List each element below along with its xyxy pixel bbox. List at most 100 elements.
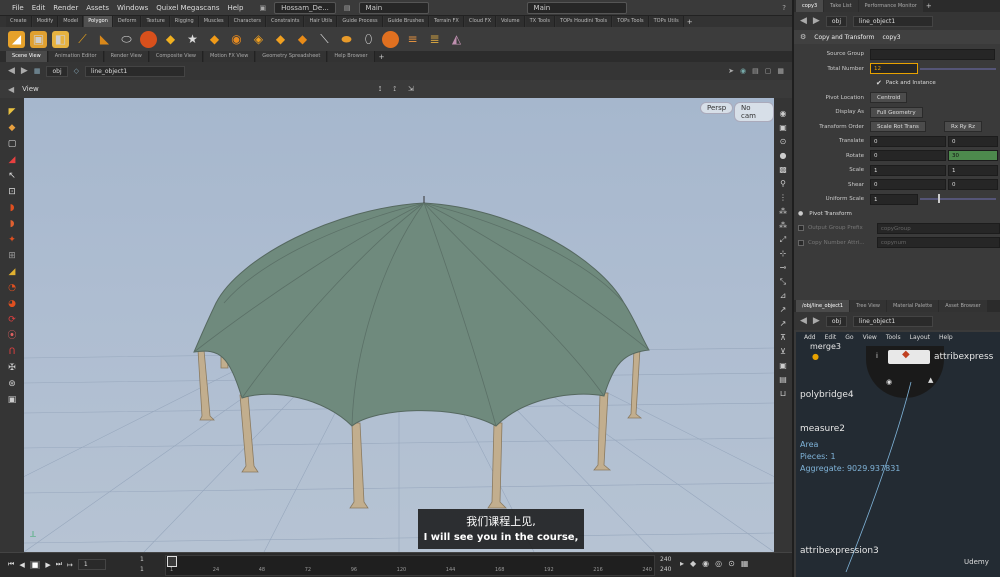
- pivot-transform-label[interactable]: Pivot Transform: [809, 211, 852, 217]
- scale-tool-icon[interactable]: ◕: [5, 298, 19, 311]
- smooth-shade-icon[interactable]: ▩: [777, 164, 789, 175]
- primitives-select-icon[interactable]: ◗: [5, 202, 19, 215]
- group-select-icon[interactable]: ⊞: [5, 250, 19, 263]
- tab-help-browser[interactable]: Help Browser: [328, 51, 375, 62]
- tab-parameters[interactable]: copy3: [796, 0, 824, 12]
- path-context[interactable]: obj: [46, 65, 68, 77]
- polybridge-tool-icon[interactable]: ◣: [96, 31, 113, 48]
- pose-tool-icon[interactable]: ◢: [5, 154, 19, 167]
- snap-icon[interactable]: ⟟: [379, 85, 382, 94]
- points-display-icon[interactable]: ⋮: [777, 192, 789, 203]
- view-menu-icon[interactable]: ◀: [8, 85, 14, 94]
- snap-grid-icon[interactable]: ⦿: [5, 330, 19, 343]
- pack-checkbox[interactable]: ✔: [876, 79, 882, 87]
- ao-icon[interactable]: ⊻: [777, 346, 789, 357]
- home-view-icon[interactable]: ▣: [777, 122, 789, 133]
- shear-y[interactable]: 0: [948, 179, 998, 191]
- output-group-field[interactable]: copyGroup: [876, 222, 1000, 234]
- keys-icon[interactable]: ◆: [690, 559, 696, 568]
- range-end-1[interactable]: 240: [660, 556, 671, 563]
- rotate-x[interactable]: 0: [870, 150, 946, 162]
- shelf-tab-active[interactable]: Polygon: [84, 16, 113, 27]
- points-select-icon[interactable]: ↖: [5, 170, 19, 183]
- tab-motion-fx-view[interactable]: Motion FX View: [204, 51, 256, 62]
- shelf-tab[interactable]: TOPs Utils: [649, 16, 684, 27]
- shelf-tab[interactable]: Terrain FX: [430, 16, 464, 27]
- edge-tool-icon[interactable]: ≡: [404, 31, 421, 48]
- no-cam-button[interactable]: No cam: [734, 102, 774, 122]
- pin-icon[interactable]: ➤: [728, 67, 734, 75]
- render-icon[interactable]: ▣: [5, 394, 19, 407]
- total-number-slider[interactable]: [920, 67, 996, 70]
- handle-tool-icon[interactable]: ◆: [5, 122, 19, 135]
- network-forward-icon[interactable]: ▶: [813, 316, 820, 326]
- play-icon[interactable]: ▶: [45, 561, 50, 569]
- desktop-selector[interactable]: Main: [358, 1, 429, 14]
- prim-normals-icon[interactable]: ⤢: [777, 234, 789, 245]
- shelf-tab[interactable]: Muscles: [199, 16, 229, 27]
- remesh-tool-icon[interactable]: ◉: [228, 31, 245, 48]
- menu-help[interactable]: Help: [227, 4, 243, 12]
- uv-tool-icon[interactable]: ≣: [426, 31, 443, 48]
- boolean-tool-icon[interactable]: ⬯: [360, 31, 377, 48]
- shelf-tab[interactable]: TOPs Houdini Tools: [556, 16, 613, 27]
- range-start-2[interactable]: 1: [140, 566, 144, 573]
- lock-camera-icon[interactable]: ◉: [777, 108, 789, 119]
- tab-network[interactable]: /obj/line_object1: [796, 300, 850, 312]
- key-filter-icon[interactable]: ◎: [715, 559, 722, 568]
- node-gear-icon[interactable]: ⚙: [800, 33, 806, 41]
- shelf-tab[interactable]: Model: [59, 16, 84, 27]
- shelf-tab[interactable]: Guide Brushes: [383, 16, 429, 27]
- menu-quixel[interactable]: Quixel Megascans: [156, 4, 219, 12]
- lighting-icon[interactable]: ↗: [777, 318, 789, 329]
- forward-arrow-icon[interactable]: ▶: [21, 66, 28, 76]
- uniform-scale-slider[interactable]: [920, 194, 996, 204]
- realtime-icon[interactable]: ▸: [680, 559, 684, 568]
- tab-render-view[interactable]: Render View: [104, 51, 149, 62]
- view-title[interactable]: View: [22, 85, 39, 93]
- timeline-track[interactable]: 1 24 48 72 96 120 144 168 192 216 240: [165, 555, 655, 576]
- magnet-icon[interactable]: Ո: [5, 346, 19, 359]
- normals-icon[interactable]: ⁂: [777, 220, 789, 231]
- pivot-transform-expand-icon[interactable]: ●: [798, 210, 803, 217]
- shelf-tab[interactable]: Rigging: [170, 16, 199, 27]
- copy-number-checkbox[interactable]: [798, 239, 804, 246]
- timeline-cursor[interactable]: [167, 556, 177, 567]
- pivot-location-menu[interactable]: Centroid: [870, 92, 908, 104]
- shelf-tab[interactable]: Hair Utils: [305, 16, 338, 27]
- param-path-node[interactable]: line_object1: [853, 15, 933, 27]
- object-select-icon[interactable]: ✦: [5, 234, 19, 247]
- transform-order-menu[interactable]: Scale Rot Trans: [870, 121, 926, 133]
- source-group-field[interactable]: [870, 48, 995, 60]
- display-as-menu[interactable]: Full Geometry: [870, 106, 923, 118]
- edges-select-icon[interactable]: ⊡: [5, 186, 19, 199]
- guides-icon[interactable]: ⤡: [777, 276, 789, 287]
- template-icon[interactable]: ⊹: [777, 248, 789, 259]
- shelf-tab[interactable]: Cloud FX: [464, 16, 497, 27]
- shadows-icon[interactable]: ⊼: [777, 332, 789, 343]
- back-arrow-icon[interactable]: ◀: [8, 66, 15, 76]
- sphere-tool-icon[interactable]: [382, 30, 399, 48]
- add-shelf-icon[interactable]: +: [687, 18, 693, 26]
- network-path-node[interactable]: line_object1: [853, 315, 933, 327]
- shelf-tab[interactable]: Characters: [229, 16, 266, 27]
- vertex-select-icon[interactable]: ◗: [5, 218, 19, 231]
- divide-tool-icon[interactable]: ◆: [294, 31, 311, 48]
- select-tool-icon[interactable]: ◤: [5, 106, 19, 119]
- scale-y[interactable]: 1: [948, 164, 998, 176]
- polysplit-tool-icon[interactable]: ◧: [52, 30, 69, 48]
- shading-icon[interactable]: ⇲: [408, 85, 414, 93]
- smooth-tool-icon[interactable]: [140, 30, 157, 48]
- timeline-options-icon[interactable]: ▦: [741, 559, 749, 568]
- polyfill-tool-icon[interactable]: ⬭: [118, 31, 135, 48]
- scene-lock-icon[interactable]: ▣: [259, 4, 266, 12]
- node-name[interactable]: copy3: [882, 34, 900, 41]
- lens-icon[interactable]: ▣: [777, 360, 789, 371]
- tab-performance-monitor[interactable]: Performance Monitor: [858, 0, 923, 12]
- display-icon[interactable]: ⟟: [393, 85, 396, 94]
- jump-end-icon[interactable]: ⏭: [56, 560, 62, 569]
- network-back-icon[interactable]: ◀: [800, 316, 807, 326]
- tab-material-palette[interactable]: Material Palette: [886, 300, 939, 312]
- add-pane-tab-icon[interactable]: +: [379, 53, 385, 61]
- translate-x[interactable]: 0: [870, 135, 946, 147]
